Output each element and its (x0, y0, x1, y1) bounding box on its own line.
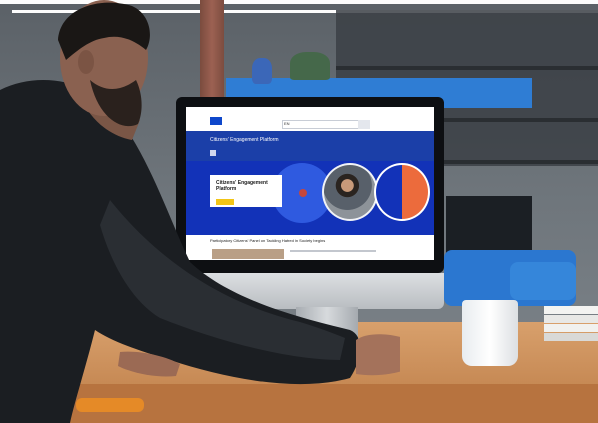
sofa-cushion (510, 262, 576, 300)
tv (446, 196, 532, 256)
person-silhouette (0, 0, 400, 423)
book-stack (544, 306, 598, 314)
mug (462, 300, 518, 366)
photo-scene: EN Citizens' Engagement Platform Citizen… (0, 0, 598, 423)
